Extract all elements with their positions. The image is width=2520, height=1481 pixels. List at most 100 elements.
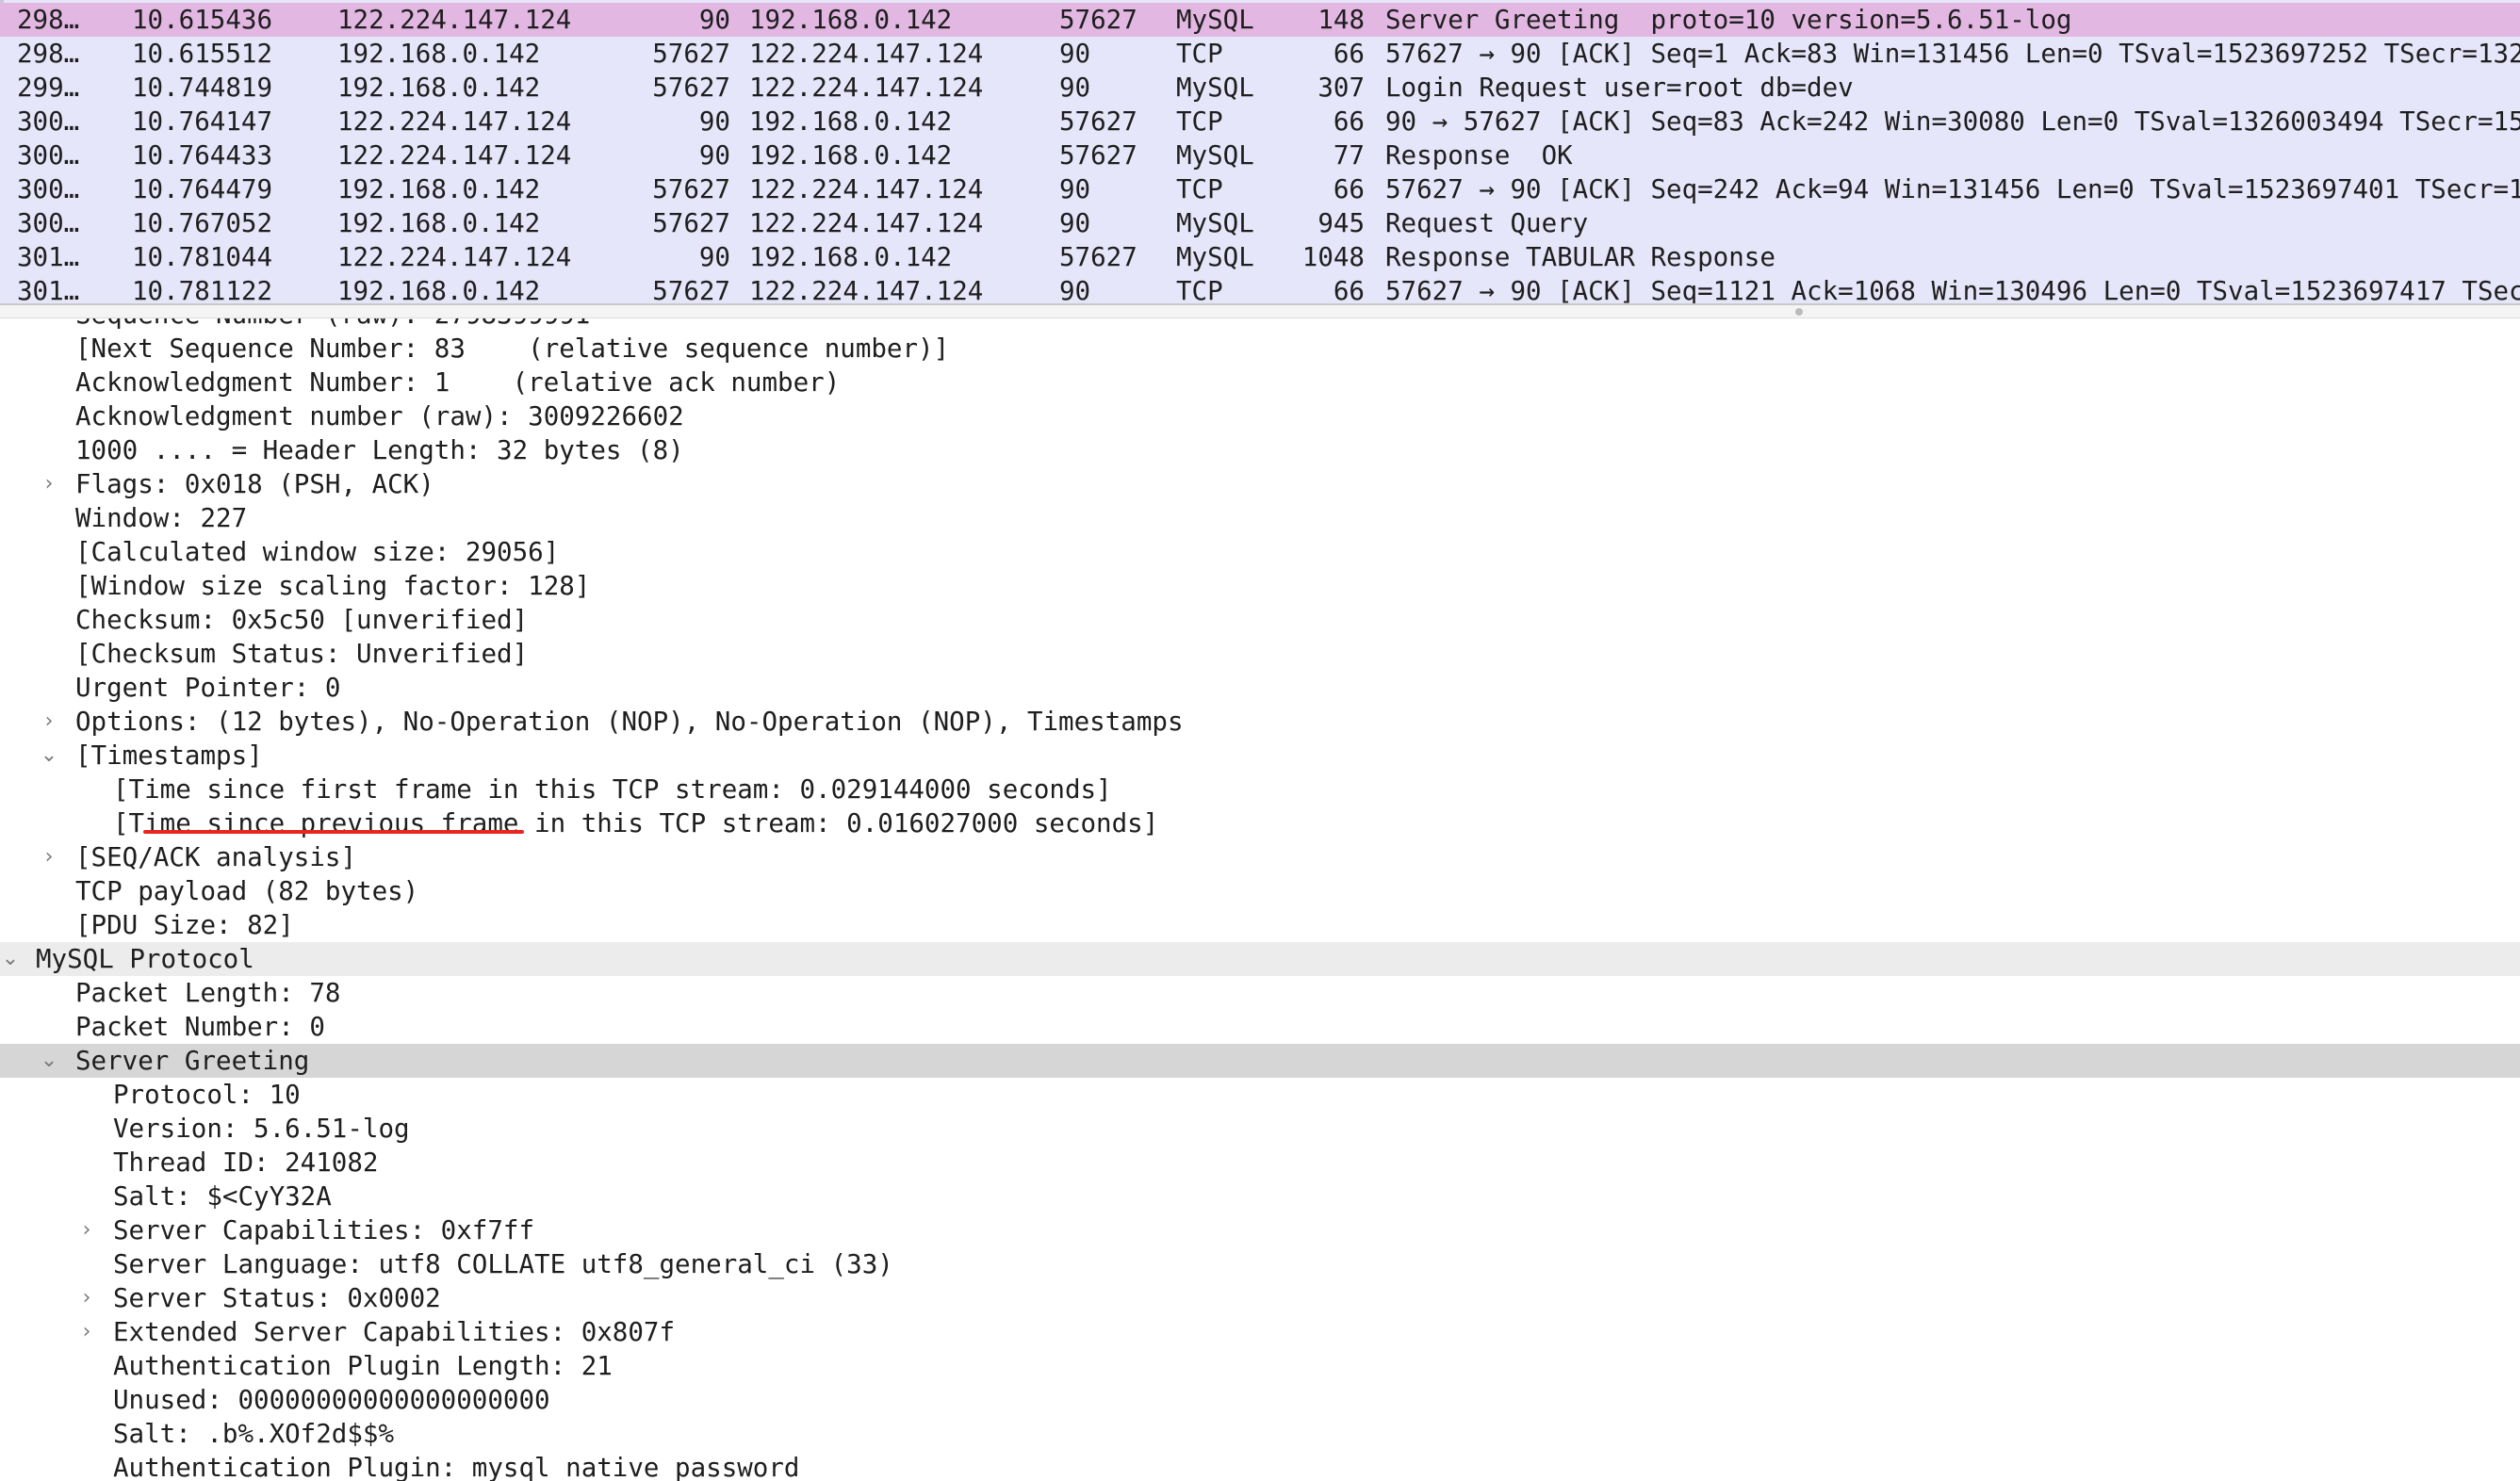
chevron-right-icon[interactable]: › — [39, 840, 59, 874]
packet-source: 192.168.0.142 — [337, 208, 541, 238]
packet-destination: 192.168.0.142 — [749, 5, 953, 35]
chevron-down-icon[interactable]: ⌄ — [39, 1044, 59, 1078]
tree-item-label: Window: 227 — [75, 503, 248, 533]
packet-destination: 122.224.147.124 — [749, 276, 984, 303]
tree-item-label: Unused: 00000000000000000000 — [113, 1385, 550, 1415]
packet-length: 148 — [1317, 5, 1365, 35]
chevron-right-icon[interactable]: › — [76, 1213, 97, 1247]
packet-row[interactable]: 298… 10.615512 192.168.0.142 57627 122.224.1… — [0, 37, 2520, 71]
tree-item[interactable]: TCP payload (82 bytes) — [0, 874, 2520, 908]
tree-item[interactable]: › Server Status: 0x0002 — [0, 1281, 2520, 1315]
tree-item-label: [PDU Size: 82] — [75, 910, 294, 940]
tree-item[interactable]: [Time since previous frame in this TCP s… — [0, 806, 2520, 840]
tree-item[interactable]: › Server Capabilities: 0xf7ff — [0, 1213, 2520, 1247]
tree-item[interactable]: Thread ID: 241082 — [0, 1146, 2520, 1180]
tree-item-label: Thread ID: 241082 — [113, 1147, 379, 1178]
packet-no: 299… — [17, 73, 80, 103]
tree-item-label: [Time since first frame in this TCP stre… — [113, 774, 1112, 805]
tree-item[interactable]: ⌄ Server Greeting — [0, 1044, 2520, 1078]
tree-item[interactable]: Packet Number: 0 — [0, 1010, 2520, 1044]
packet-info: 57627 → 90 [ACK] Seq=1121 Ack=1068 Win=1… — [1385, 276, 2520, 303]
tree-item[interactable]: › Flags: 0x018 (PSH, ACK) — [0, 467, 2520, 501]
tree-item-label: MySQL Protocol — [36, 944, 254, 974]
tree-item[interactable]: › [SEQ/ACK analysis] — [0, 840, 2520, 874]
chevron-right-icon[interactable]: › — [76, 1315, 97, 1349]
tree-item[interactable]: Acknowledgment Number: 1 (relative ack n… — [0, 366, 2520, 399]
packet-src-port: 57627 — [652, 276, 730, 303]
packet-protocol: TCP — [1176, 39, 1223, 69]
packet-no: 300… — [17, 106, 80, 137]
packet-row[interactable]: 301… 10.781122 192.168.0.142 57627 122.224.1… — [0, 274, 2520, 303]
tree-item[interactable]: [Calculated window size: 29056] — [0, 535, 2520, 569]
tree-item[interactable]: [Next Sequence Number: 83 (relative sequ… — [0, 332, 2520, 366]
tree-item[interactable]: Server Language: utf8 COLLATE utf8_gener… — [0, 1247, 2520, 1281]
packet-info: 57627 → 90 [ACK] Seq=1 Ack=83 Win=131456… — [1385, 39, 2520, 69]
packet-protocol: MySQL — [1176, 73, 1254, 103]
tree-item[interactable]: [Time since first frame in this TCP stre… — [0, 773, 2520, 806]
packet-row[interactable]: 298… 10.615436 122.224.147.124 90 192.168.0.… — [0, 3, 2520, 37]
splitter-grip-icon[interactable] — [1795, 308, 1803, 316]
tree-item-label: Version: 5.6.51-log — [113, 1114, 410, 1144]
chevron-right-icon[interactable]: › — [39, 705, 59, 739]
packet-details-tree[interactable]: Sequence Number (raw): 2798399991 [Next … — [0, 318, 2520, 1481]
tree-item-label: Authentication Plugin: mysql_native_pass… — [113, 1453, 800, 1481]
packet-no: 300… — [17, 174, 80, 204]
tree-item-label: Authentication Plugin Length: 21 — [113, 1351, 613, 1381]
tree-item[interactable]: Version: 5.6.51-log — [0, 1112, 2520, 1146]
pane-splitter[interactable] — [0, 303, 2520, 318]
packet-row[interactable]: 300… 10.764479 192.168.0.142 57627 122.224.1… — [0, 172, 2520, 206]
packet-destination: 122.224.147.124 — [749, 174, 984, 204]
tree-item[interactable]: 1000 .... = Header Length: 32 bytes (8) — [0, 433, 2520, 467]
packet-list[interactable]: 298… 10.615436 122.224.147.124 90 192.168.0.… — [0, 0, 2520, 303]
tree-item[interactable]: [Window size scaling factor: 128] — [0, 569, 2520, 603]
packet-src-port: 90 — [698, 106, 730, 137]
packet-protocol: MySQL — [1176, 140, 1254, 171]
tree-item-label: Extended Server Capabilities: 0x807f — [113, 1317, 676, 1347]
packet-row[interactable]: 300… 10.767052 192.168.0.142 57627 122.224.1… — [0, 206, 2520, 240]
tree-item-label: Flags: 0x018 (PSH, ACK) — [75, 469, 434, 499]
tree-item[interactable]: Salt: .b%.XOf2d$$% — [0, 1417, 2520, 1451]
packet-source: 122.224.147.124 — [337, 242, 572, 272]
tree-item[interactable]: Acknowledgment number (raw): 3009226602 — [0, 399, 2520, 433]
tree-item-partial[interactable]: Sequence Number (raw): 2798399991 — [75, 318, 590, 332]
tree-item[interactable]: [Checksum Status: Unverified] — [0, 637, 2520, 671]
chevron-right-icon[interactable]: › — [39, 467, 59, 501]
packet-no: 300… — [17, 140, 80, 171]
packet-src-port: 90 — [698, 242, 730, 272]
packet-dst-port: 90 — [1059, 208, 1091, 238]
tree-item[interactable]: Protocol: 10 — [0, 1078, 2520, 1112]
packet-no: 298… — [17, 5, 80, 35]
tree-item[interactable]: Unused: 00000000000000000000 — [0, 1383, 2520, 1417]
tree-item[interactable]: Authentication Plugin: mysql_native_pass… — [0, 1451, 2520, 1481]
tree-item[interactable]: Window: 227 — [0, 501, 2520, 535]
tree-item[interactable]: Checksum: 0x5c50 [unverified] — [0, 603, 2520, 637]
packet-time: 10.781044 — [132, 242, 273, 272]
packet-info: Request Query — [1385, 208, 1589, 238]
tree-item[interactable]: › Options: (12 bytes), No-Operation (NOP)… — [0, 705, 2520, 739]
tree-item-label: Options: (12 bytes), No-Operation (NOP),… — [75, 707, 1184, 737]
tree-item[interactable]: ⌄ [Timestamps] — [0, 739, 2520, 773]
chevron-right-icon[interactable]: › — [76, 1281, 97, 1315]
packet-row[interactable]: 300… 10.764147 122.224.147.124 90 192.168.0.… — [0, 105, 2520, 138]
tree-item[interactable]: [PDU Size: 82] — [0, 908, 2520, 942]
packet-no: 300… — [17, 208, 80, 238]
packet-time: 10.767052 — [132, 208, 273, 238]
tree-item[interactable]: Urgent Pointer: 0 — [0, 671, 2520, 705]
packet-src-port: 57627 — [652, 174, 730, 204]
tree-item[interactable]: Packet Length: 78 — [0, 976, 2520, 1010]
packet-row[interactable]: 300… 10.764433 122.224.147.124 90 192.168.0.… — [0, 138, 2520, 172]
packet-destination: 122.224.147.124 — [749, 73, 984, 103]
packet-row[interactable]: 301… 10.781044 122.224.147.124 90 192.168.0.… — [0, 240, 2520, 274]
tree-item-label: Server Status: 0x0002 — [113, 1283, 441, 1313]
chevron-down-icon[interactable]: ⌄ — [0, 942, 21, 976]
tree-item[interactable]: Salt: $<CyY32A — [0, 1180, 2520, 1213]
packet-time: 10.764433 — [132, 140, 273, 171]
tree-section-header[interactable]: ⌄ MySQL Protocol — [0, 942, 2520, 976]
tree-item[interactable]: Authentication Plugin Length: 21 — [0, 1349, 2520, 1383]
tree-item-label: Server Language: utf8 COLLATE utf8_gener… — [113, 1249, 893, 1279]
packet-row[interactable]: 299… 10.744819 192.168.0.142 57627 122.224.1… — [0, 71, 2520, 105]
packet-time: 10.764479 — [132, 174, 273, 204]
tree-item[interactable]: › Extended Server Capabilities: 0x807f — [0, 1315, 2520, 1349]
chevron-down-icon[interactable]: ⌄ — [39, 739, 59, 773]
packet-no: 301… — [17, 242, 80, 272]
